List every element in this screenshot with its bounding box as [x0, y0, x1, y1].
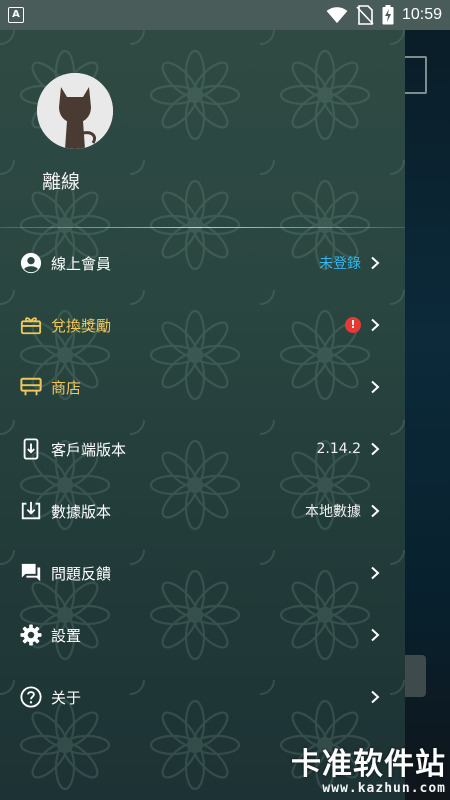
- cat-silhouette-icon: [37, 73, 113, 149]
- profile-header[interactable]: 離線: [0, 30, 405, 229]
- chevron-right-icon: [371, 256, 380, 270]
- client-version-value: 2.14.2: [316, 441, 361, 457]
- menu-label: 关于: [51, 688, 82, 707]
- menu-item-client-version[interactable]: 客戶端版本 2.14.2: [0, 418, 405, 480]
- chevron-right-icon: [371, 504, 380, 518]
- menu-label: 客戶端版本: [51, 440, 127, 459]
- menu-item-online-member[interactable]: 線上會員 未登錄: [0, 232, 405, 294]
- site-watermark: 卡准软件站 www.kazhun.com: [291, 739, 446, 796]
- menu-item-redeem-rewards[interactable]: 兌換獎勵 !: [0, 294, 405, 356]
- account-circle-icon: [20, 252, 42, 274]
- menu-label: 線上會員: [51, 254, 112, 273]
- watermark-title: 卡准软件站: [291, 747, 446, 782]
- chevron-right-icon: [371, 380, 380, 394]
- help-icon: [20, 686, 42, 708]
- menu-item-about[interactable]: 关于: [0, 666, 405, 728]
- avatar[interactable]: [37, 73, 113, 149]
- navigation-drawer: 離線 線上會員 未登錄 兌換獎勵 ! 商店 客戶端版本 2.14.2 數據版本 …: [0, 30, 405, 800]
- chevron-right-icon: [371, 628, 380, 642]
- gear-icon: [20, 624, 42, 646]
- chevron-right-icon: [371, 442, 380, 456]
- scan-frame-icon: [403, 56, 427, 94]
- chevron-right-icon: [371, 566, 380, 580]
- menu-label: 商店: [51, 378, 82, 397]
- menu-item-store[interactable]: 商店: [0, 356, 405, 418]
- menu-label: 數據版本: [51, 502, 112, 521]
- menu-label: 問題反饋: [51, 564, 112, 583]
- data-version-value: 本地數據: [305, 504, 361, 520]
- divider: [0, 227, 405, 228]
- wifi-icon: [326, 7, 348, 24]
- menu-label: 兌換獎勵: [51, 316, 112, 335]
- app-notification-icon: A: [8, 7, 24, 23]
- menu-item-feedback[interactable]: 問題反饋: [0, 542, 405, 604]
- chevron-right-icon: [371, 690, 380, 704]
- status-bar: A 10:59: [0, 0, 450, 30]
- gift-icon: [20, 314, 42, 336]
- username-label: 離線: [42, 171, 81, 193]
- menu-item-data-version[interactable]: 數據版本 本地數據: [0, 480, 405, 542]
- battery-charging-icon: [382, 5, 394, 25]
- clock: 10:59: [401, 6, 442, 23]
- phone-download-icon: [20, 438, 42, 460]
- chevron-right-icon: [371, 318, 380, 332]
- login-status-value: 未登錄: [319, 256, 361, 272]
- feedback-icon: [20, 562, 42, 584]
- alert-badge: !: [345, 317, 361, 333]
- background-card: [404, 655, 426, 697]
- menu-item-settings[interactable]: 設置: [0, 604, 405, 666]
- store-icon: [20, 376, 42, 398]
- no-sim-icon: [356, 5, 374, 25]
- watermark-url: www.kazhun.com: [322, 781, 446, 796]
- menu-label: 設置: [51, 626, 82, 645]
- data-download-icon: [20, 500, 42, 522]
